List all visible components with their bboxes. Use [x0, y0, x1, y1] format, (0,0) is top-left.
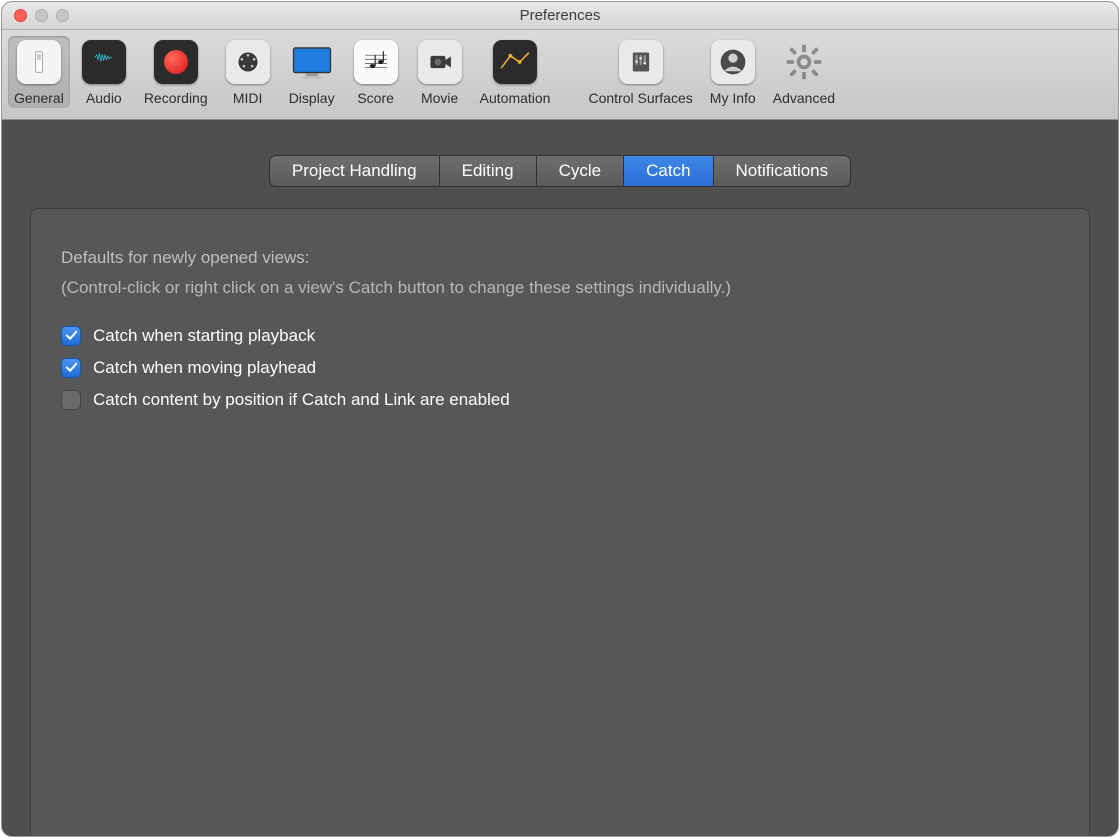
display-icon: [290, 40, 334, 84]
toolbar-label: Automation: [480, 90, 551, 106]
window-title: Preferences: [2, 7, 1118, 24]
my-info-icon: [711, 40, 755, 84]
general-icon: [17, 40, 61, 84]
catch-panel: Defaults for newly opened views: (Contro…: [30, 208, 1090, 836]
window-controls: [2, 9, 69, 22]
toolbar-label: Control Surfaces: [588, 90, 692, 106]
panel-subtext: (Control-click or right click on a view'…: [61, 275, 1059, 301]
preferences-window: Preferences General Audio: [2, 2, 1118, 836]
control-surfaces-icon: [619, 40, 663, 84]
toolbar-audio[interactable]: Audio: [74, 36, 134, 108]
toolbar-score[interactable]: Score: [346, 36, 406, 108]
option-label: Catch content by position if Catch and L…: [93, 390, 510, 410]
options-group: Catch when starting playback Catch when …: [61, 326, 1059, 410]
option-catch-start-playback: Catch when starting playback: [61, 326, 1059, 346]
toolbar-my-info[interactable]: My Info: [703, 36, 763, 108]
content-area: Project Handling Editing Cycle Catch Not…: [2, 156, 1118, 836]
midi-icon: [226, 40, 270, 84]
option-catch-move-playhead: Catch when moving playhead: [61, 358, 1059, 378]
toolbar-advanced[interactable]: Advanced: [767, 36, 841, 108]
toolbar-label: Display: [289, 90, 335, 106]
tab-editing[interactable]: Editing: [440, 156, 537, 186]
tab-project-handling[interactable]: Project Handling: [270, 156, 440, 186]
movie-icon: [418, 40, 462, 84]
tab-notifications[interactable]: Notifications: [714, 156, 851, 186]
toolbar-label: Advanced: [773, 90, 835, 106]
close-window-button[interactable]: [14, 9, 27, 22]
toolbar-midi[interactable]: MIDI: [218, 36, 278, 108]
recording-icon: [154, 40, 198, 84]
titlebar: Preferences: [2, 2, 1118, 30]
checkbox[interactable]: [61, 358, 81, 378]
toolbar-automation[interactable]: Automation: [474, 36, 557, 108]
checkbox[interactable]: [61, 390, 81, 410]
option-label: Catch when moving playhead: [93, 358, 316, 378]
automation-icon: [493, 40, 537, 84]
toolbar-control-surfaces[interactable]: Control Surfaces: [582, 36, 698, 108]
panel-heading: Defaults for newly opened views:: [61, 245, 1059, 271]
toolbar-label: Score: [357, 90, 394, 106]
checkbox[interactable]: [61, 326, 81, 346]
toolbar-movie[interactable]: Movie: [410, 36, 470, 108]
option-catch-content-position: Catch content by position if Catch and L…: [61, 390, 1059, 410]
toolbar-display[interactable]: Display: [282, 36, 342, 108]
toolbar-label: Movie: [421, 90, 458, 106]
toolbar-general[interactable]: General: [8, 36, 70, 108]
tab-catch[interactable]: Catch: [624, 156, 713, 186]
preferences-toolbar: General Audio Recording: [2, 30, 1118, 120]
toolbar-label: My Info: [710, 90, 756, 106]
toolbar-label: Audio: [86, 90, 122, 106]
audio-icon: [82, 40, 126, 84]
tab-cycle[interactable]: Cycle: [537, 156, 625, 186]
toolbar-label: Recording: [144, 90, 208, 106]
toolbar-label: General: [14, 90, 64, 106]
score-icon: [354, 40, 398, 84]
sub-tabbar: Project Handling Editing Cycle Catch Not…: [2, 156, 1118, 186]
toolbar-recording[interactable]: Recording: [138, 36, 214, 108]
minimize-window-button[interactable]: [35, 9, 48, 22]
segmented-control: Project Handling Editing Cycle Catch Not…: [270, 156, 850, 186]
zoom-window-button[interactable]: [56, 9, 69, 22]
advanced-icon: [782, 40, 826, 84]
toolbar-label: MIDI: [233, 90, 263, 106]
option-label: Catch when starting playback: [93, 326, 315, 346]
